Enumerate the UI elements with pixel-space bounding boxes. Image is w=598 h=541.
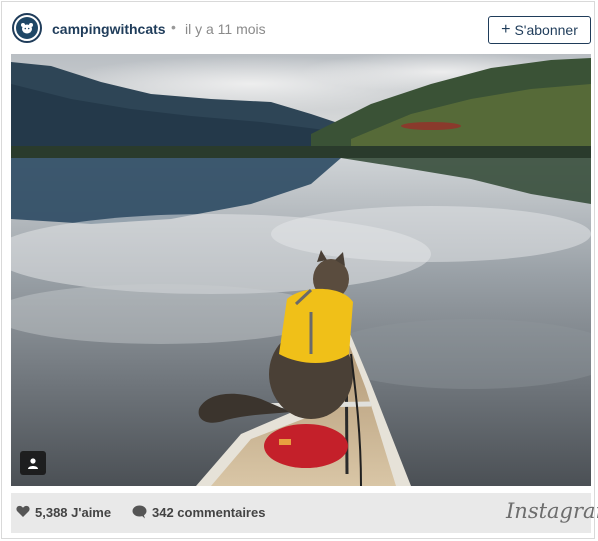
follow-button[interactable]: + S'abonner <box>488 16 591 44</box>
comment-bubble-icon[interactable] <box>132 505 147 524</box>
heart-icon[interactable] <box>16 505 30 523</box>
likes-count[interactable]: 5,388 J'aime <box>35 505 111 520</box>
user-icon[interactable] <box>20 451 46 475</box>
post-photo[interactable] <box>11 54 591 486</box>
lake-canoe-cat-image <box>11 54 591 486</box>
avatar[interactable] <box>12 13 42 43</box>
instagram-logo[interactable]: Instagram <box>506 499 598 523</box>
separator-dot: • <box>171 19 176 35</box>
post-header: campingwithcats • il y a 11 mois + S'abo… <box>2 2 594 54</box>
instagram-embed-card: campingwithcats • il y a 11 mois + S'abo… <box>1 1 598 539</box>
post-timestamp[interactable]: il y a 11 mois <box>185 21 266 37</box>
bear-logo-icon <box>16 17 38 39</box>
username-link[interactable]: campingwithcats <box>52 21 166 37</box>
post-footer: 5,388 J'aime 342 commentaires Instagram <box>11 493 598 533</box>
follow-label: S'abonner <box>514 22 578 38</box>
plus-icon: + <box>501 21 511 38</box>
comments-count[interactable]: 342 commentaires <box>152 505 265 520</box>
